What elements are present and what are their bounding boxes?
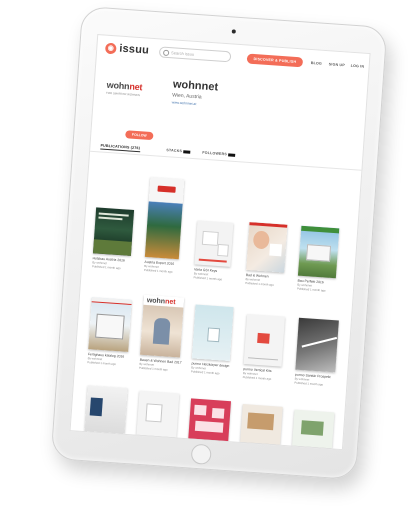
publication-cover[interactable] [188, 398, 231, 442]
camera-icon [231, 29, 236, 34]
publication-date: Published 1 month ago [296, 286, 326, 293]
follow-button[interactable]: FOLLOW [125, 130, 154, 141]
tab-stacks-label: STACKS [166, 148, 183, 154]
wordmark-part-a: wohn [106, 79, 130, 92]
discover-publish-button[interactable]: DISCOVER & PUBLISH [246, 53, 304, 68]
profile-location: Wien, Austria [171, 92, 202, 101]
tablet-screen: ◉ issuu Search issuu DISCOVER & PUBLISH … [69, 34, 371, 451]
tab-publications[interactable]: PUBLICATIONS (276) [100, 143, 141, 153]
publication-cover[interactable] [136, 390, 180, 438]
publication-cover[interactable] [295, 317, 339, 373]
publication-date: Published 1 month ago [193, 274, 223, 281]
tab-stacks[interactable]: STACKS [166, 148, 191, 154]
nav-log-in[interactable]: LOG IN [351, 64, 365, 69]
search-placeholder: Search issuu [170, 50, 195, 57]
logo-text: issuu [118, 42, 150, 57]
publication-date: Published 1 month ago [242, 374, 272, 381]
publication-cover[interactable] [243, 314, 286, 367]
publication-cover[interactable] [194, 220, 234, 267]
publication-cover[interactable] [297, 225, 340, 279]
profile-tabs: PUBLICATIONS (276) STACKS FOLLOWERS [90, 140, 363, 171]
profile-website-link[interactable]: www.wohnnet.at [172, 100, 197, 106]
nav-sign-up[interactable]: SIGN UP [329, 62, 345, 67]
publication-cover[interactable] [92, 207, 135, 256]
publication-date: Published 1 month ago [143, 267, 173, 274]
publication-cover[interactable]: wohnnet [140, 294, 185, 358]
publication-date: Published 1 month ago [190, 368, 220, 375]
issuu-logo[interactable]: ◉ issuu [104, 42, 150, 57]
publication-date: Published 1 month ago [245, 280, 275, 287]
publication-cover[interactable] [144, 177, 185, 260]
publication-date: Published 1 month ago [87, 359, 117, 366]
publication-cover[interactable] [240, 404, 283, 445]
home-button[interactable] [190, 443, 212, 465]
publication-cover[interactable] [88, 297, 132, 352]
search-icon [162, 49, 170, 57]
publication-cover[interactable] [84, 385, 128, 434]
wordmark-part-b: net [129, 81, 143, 93]
redaction-bar [182, 149, 191, 154]
redaction-bar [227, 152, 236, 157]
publication-date: Published 1 month ago [138, 365, 168, 372]
nav-blog[interactable]: BLOG [311, 61, 322, 66]
publication-cover[interactable] [191, 304, 234, 362]
publication-date: Published 1 month ago [91, 263, 121, 270]
tablet-device: ◉ issuu Search issuu DISCOVER & PUBLISH … [50, 5, 388, 481]
publication-date: Published 1 month ago [294, 380, 324, 387]
search-input[interactable]: Search issuu [158, 46, 232, 63]
wohnnet-logo: wohnnet FOR SMARTER WOHNEN [105, 80, 153, 109]
publication-cover[interactable] [292, 409, 335, 449]
publication-cover[interactable] [246, 222, 288, 273]
tab-followers[interactable]: FOLLOWERS [202, 150, 236, 157]
tab-followers-label: FOLLOWERS [202, 150, 228, 157]
issuu-logo-icon: ◉ [104, 42, 117, 54]
site-header: ◉ issuu Search issuu DISCOVER & PUBLISH … [96, 35, 369, 82]
profile-title: wohnnet [172, 78, 219, 94]
